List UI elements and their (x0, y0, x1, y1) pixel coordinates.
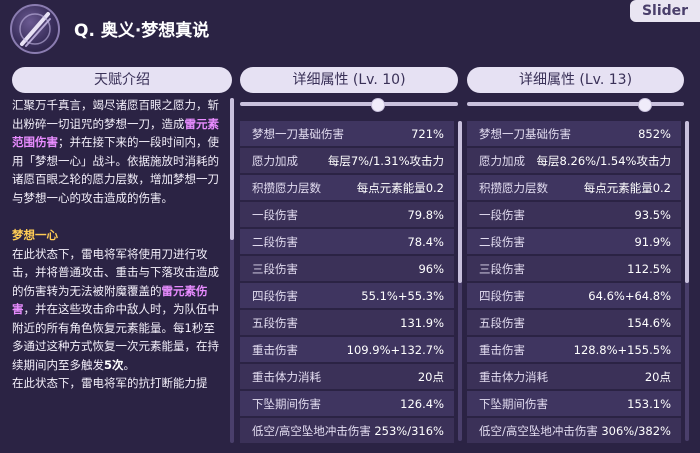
stat-row: 一段伤害 79.8% (240, 202, 454, 227)
description-paragraph-1: 汇聚万千真言，竭尽诸愿百眼之愿力，斩出粉碎一切诅咒的梦想一刀，造成雷元素范围伤害… (12, 98, 219, 205)
stat-value: 721% (411, 126, 444, 141)
stat-row: 梦想一刀基础伤害 852% (467, 121, 681, 146)
stat-value: 20点 (644, 369, 671, 384)
stat-row: 二段伤害 91.9% (467, 229, 681, 254)
stat-label: 五段伤害 (252, 315, 298, 330)
stat-label: 重击体力消耗 (252, 369, 321, 384)
stat-row: 梦想一刀基础伤害 721% (240, 121, 454, 146)
stat-label: 下坠期间伤害 (479, 396, 548, 411)
stat-value: 306%/382% (601, 423, 671, 438)
stat-label: 三段伤害 (479, 261, 525, 276)
stat-value: 55.1%+55.3% (361, 288, 444, 303)
tab-detail-lv10[interactable]: 详细属性 (Lv. 10) (240, 67, 458, 93)
stat-label: 一段伤害 (479, 207, 525, 222)
stat-row: 愿力加成 每层8.26%/1.54%攻击力 (467, 148, 681, 173)
subsection-title: 梦想一心 (12, 228, 58, 242)
stat-value: 每点元素能量0.2 (583, 180, 671, 195)
stat-row: 四段伤害 64.6%+64.8% (467, 283, 681, 308)
stat-label: 二段伤害 (252, 234, 298, 249)
stats-table-lv10: 梦想一刀基础伤害 721% 愿力加成 每层7%/1.31%攻击力 积攒愿力层数 每点元素能… (240, 121, 454, 445)
header: Q. 奥义·梦想真说 Slider (0, 0, 700, 58)
stat-label: 四段伤害 (252, 288, 298, 303)
stat-row: 二段伤害 78.4% (240, 229, 454, 254)
stat-value: 每层8.26%/1.54%攻击力 (536, 153, 671, 168)
stat-label: 积攒愿力层数 (479, 180, 548, 195)
stat-label: 重击伤害 (252, 342, 298, 357)
stats-scroll-thumb-lv10[interactable] (458, 121, 462, 283)
stat-label: 重击体力消耗 (479, 369, 548, 384)
stat-label: 愿力加成 (252, 153, 298, 168)
sword-icon (19, 12, 51, 47)
tab-talent-description[interactable]: 天赋介绍 (12, 67, 232, 93)
stat-label: 三段伤害 (252, 261, 298, 276)
stat-label: 下坠期间伤害 (252, 396, 321, 411)
stat-value: 131.9% (400, 315, 444, 330)
stat-row: 三段伤害 112.5% (467, 256, 681, 281)
stat-value: 78.4% (407, 234, 444, 249)
stat-row: 下坠期间伤害 126.4% (240, 391, 454, 416)
stat-label: 一段伤害 (252, 207, 298, 222)
stat-value: 20点 (417, 369, 444, 384)
stat-value: 109.9%+132.7% (346, 342, 444, 357)
stat-label: 重击伤害 (479, 342, 525, 357)
stat-row: 重击伤害 109.9%+132.7% (240, 337, 454, 362)
stat-label: 积攒愿力层数 (252, 180, 321, 195)
stat-row: 低空/高空坠地冲击伤害 306%/382% (467, 418, 681, 443)
stats-scroll-thumb-lv13[interactable] (685, 121, 689, 283)
stat-row: 重击伤害 128.8%+155.5% (467, 337, 681, 362)
stat-value: 79.8% (407, 207, 444, 222)
tab-detail-lv13[interactable]: 详细属性 (Lv. 13) (467, 67, 684, 93)
stat-row: 下坠期间伤害 153.1% (467, 391, 681, 416)
stat-value: 112.5% (627, 261, 671, 276)
skill-icon (10, 4, 60, 54)
stat-value: 93.5% (634, 207, 671, 222)
stat-label: 梦想一刀基础伤害 (479, 126, 571, 141)
stat-label: 低空/高空坠地冲击伤害 (252, 423, 371, 438)
stat-value: 128.8%+155.5% (573, 342, 671, 357)
level-slider-lv10[interactable] (240, 102, 458, 106)
stat-value: 126.4% (400, 396, 444, 411)
talent-description: 汇聚万千真言，竭尽诸愿百眼之愿力，斩出粉碎一切诅咒的梦想一刀，造成雷元素范围伤害… (8, 96, 230, 448)
stats-table-lv13: 梦想一刀基础伤害 852% 愿力加成 每层8.26%/1.54%攻击力积攒愿力层数 每点… (467, 121, 681, 445)
level-slider-handle-lv10[interactable] (371, 98, 385, 112)
stat-value: 64.6%+64.8% (588, 288, 671, 303)
stat-value: 96% (418, 261, 444, 276)
stat-label: 四段伤害 (479, 288, 525, 303)
stat-label: 愿力加成 (479, 153, 525, 168)
stat-value: 154.6% (627, 315, 671, 330)
skill-title: Q. 奥义·梦想真说 (74, 21, 210, 41)
stat-value: 153.1% (627, 396, 671, 411)
stat-row: 积攒愿力层数 每点元素能量0.2 (240, 175, 454, 200)
stat-value: 91.9% (634, 234, 671, 249)
stat-row: 重击体力消耗 20点 (240, 364, 454, 389)
stat-row: 一段伤害 93.5% (467, 202, 681, 227)
stat-row: 三段伤害 96% (240, 256, 454, 281)
stat-row: 四段伤害 55.1%+55.3% (240, 283, 454, 308)
stat-row: 低空/高空坠地冲击伤害 253%/316% (240, 418, 454, 443)
stat-label: 五段伤害 (479, 315, 525, 330)
stat-row: 积攒愿力层数 每点元素能量0.2 (467, 175, 681, 200)
description-paragraph-2: 梦想一心 在此状态下，雷电将军将使用刀进行攻击，并将普通攻击、重击与下落攻击造成的… (12, 226, 226, 393)
stat-value: 每点元素能量0.2 (356, 180, 444, 195)
stat-row: 重击体力消耗 20点 (467, 364, 681, 389)
stat-label: 二段伤害 (479, 234, 525, 249)
stat-row: 五段伤害 154.6% (467, 310, 681, 335)
stat-value: 每层7%/1.31%攻击力 (327, 153, 444, 168)
stat-value: 852% (638, 126, 671, 141)
stat-value: 253%/316% (374, 423, 444, 438)
description-scroll-thumb[interactable] (230, 98, 234, 240)
level-slider-handle-lv13[interactable] (638, 98, 652, 112)
slider-tag: Slider (630, 0, 700, 22)
stat-label: 低空/高空坠地冲击伤害 (479, 423, 598, 438)
stat-row: 五段伤害 131.9% (240, 310, 454, 335)
stat-row: 愿力加成 每层7%/1.31%攻击力 (240, 148, 454, 173)
stat-label: 梦想一刀基础伤害 (252, 126, 344, 141)
